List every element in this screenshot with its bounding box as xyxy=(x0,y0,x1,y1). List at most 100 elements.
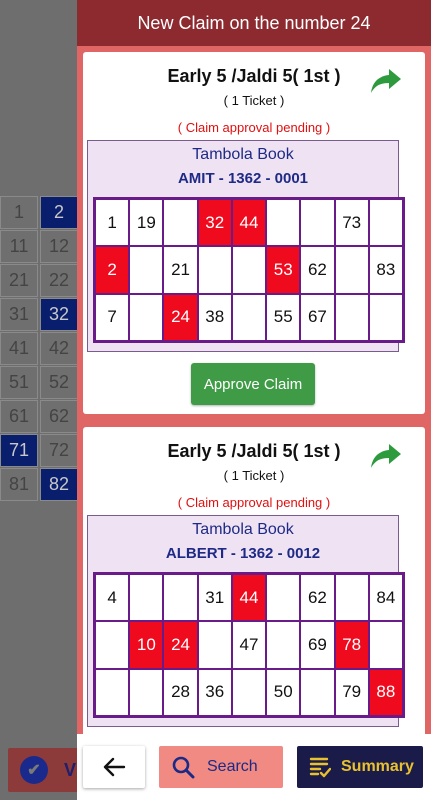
ticket-cell xyxy=(231,246,267,294)
background-board-row: 21 22 xyxy=(0,264,80,297)
ticket-cell: 28 xyxy=(163,668,198,716)
background-board-row: 11 12 xyxy=(0,230,80,263)
search-label: Search xyxy=(207,758,258,775)
ticket-cell xyxy=(95,621,130,669)
verified-badge-icon: ✔ xyxy=(20,756,48,784)
ticket-cell: 55 xyxy=(266,293,301,341)
background-board-row: 81 82 xyxy=(0,468,80,501)
ticket-cell xyxy=(368,621,403,669)
claim-sheet: New Claim on the number 24 Early 5 /Jald… xyxy=(77,0,431,800)
background-board-row: 41 42 xyxy=(0,332,80,365)
ticket-cell-marked: 10 xyxy=(129,621,164,669)
ticket-cell: 73 xyxy=(334,199,369,247)
ticket-cell xyxy=(231,668,267,716)
ticket-cell xyxy=(300,199,335,247)
ticket-owner: ALBERT - 1362 - 0012 xyxy=(165,545,321,562)
ticket-cell-marked: 24 xyxy=(163,293,198,341)
ticket-cell: 1 xyxy=(95,199,130,247)
background-board-cell: 2 xyxy=(40,196,78,229)
background-board-cell: 72 xyxy=(40,434,78,467)
sheet-header: New Claim on the number 24 xyxy=(77,0,431,46)
ticket-cell: 38 xyxy=(197,293,232,341)
ticket-cell: 62 xyxy=(300,574,335,622)
ticket-cell-marked: 2 xyxy=(95,246,130,294)
arrow-left-icon xyxy=(103,757,126,777)
search-button[interactable]: Search xyxy=(159,746,283,788)
background-number-board: 1 2 11 12 21 22 31 32 41 42 51 52 61 62 71 72 81 82 xyxy=(0,196,80,502)
background-board-row: 71 72 xyxy=(0,434,80,467)
background-board-cell: 81 xyxy=(0,468,38,501)
ticket-cell xyxy=(334,574,369,622)
search-icon xyxy=(172,756,195,779)
ticket-cell-marked: 88 xyxy=(368,668,403,716)
ticket-grid: 1 19 32 44 73 2 21 53 62 83 7 24 38 55 67 xyxy=(93,197,405,343)
share-arrow-icon[interactable] xyxy=(369,66,403,96)
ticket-cell: 21 xyxy=(163,246,198,294)
ticket-cell xyxy=(129,246,164,294)
ticket-cell xyxy=(129,293,164,341)
background-board-cell: 42 xyxy=(40,332,78,365)
ticket-cell xyxy=(197,621,232,669)
ticket-cell: 83 xyxy=(368,246,403,294)
ticket-cell: 84 xyxy=(368,574,403,622)
back-button[interactable] xyxy=(83,746,145,788)
book-title: Tambola Book xyxy=(192,521,294,538)
background-board-row: 61 62 xyxy=(0,400,80,433)
background-board-row: 12 xyxy=(0,196,80,229)
ticket-cell xyxy=(334,246,369,294)
ticket-cell xyxy=(266,574,301,622)
ticket-cell: 50 xyxy=(266,668,301,716)
ticket-cell xyxy=(300,668,335,716)
ticket-cell xyxy=(231,293,267,341)
background-board-cell: 12 xyxy=(40,230,78,263)
ticket-cell: 31 xyxy=(197,574,232,622)
verify-label: V xyxy=(64,759,77,780)
claim-status: ( Claim approval pending ) xyxy=(177,495,331,510)
ticket-cell: 7 xyxy=(95,293,130,341)
background-board-cell: 61 xyxy=(0,400,38,433)
ticket-cell-marked: 32 xyxy=(197,199,232,247)
background-board-cell: 82 xyxy=(40,468,78,501)
approve-claim-button[interactable]: Approve Claim xyxy=(191,363,315,405)
ticket-cell-marked: 44 xyxy=(231,199,267,247)
background-board-cell: 11 xyxy=(0,230,38,263)
claim-card: Early 5 /Jaldi 5( 1st ) ( 1 Ticket ) ( C… xyxy=(83,52,425,414)
ticket-cell xyxy=(368,199,403,247)
background-board-cell: 62 xyxy=(40,400,78,433)
ticket-cell: 47 xyxy=(231,621,267,669)
ticket-cell-marked: 24 xyxy=(163,621,198,669)
claims-list[interactable]: Early 5 /Jaldi 5( 1st ) ( 1 Ticket ) ( C… xyxy=(77,46,431,734)
share-arrow-icon[interactable] xyxy=(369,441,403,471)
background-board-cell: 41 xyxy=(0,332,38,365)
ticket-cell xyxy=(129,668,164,716)
ticket-cell: 79 xyxy=(334,668,369,716)
background-board-cell: 31 xyxy=(0,298,38,331)
ticket-cell: 19 xyxy=(129,199,164,247)
ticket-cell xyxy=(368,293,403,341)
background-board-cell: 32 xyxy=(40,298,78,331)
summary-label: Summary xyxy=(341,758,414,775)
ticket-cell-marked: 78 xyxy=(334,621,369,669)
ticket-cell xyxy=(95,668,130,716)
ticket-cell-marked: 44 xyxy=(231,574,267,622)
background-board-cell: 1 xyxy=(0,196,38,229)
summary-button[interactable]: Summary xyxy=(297,746,423,788)
ticket-cell: 69 xyxy=(300,621,335,669)
background-board-cell: 52 xyxy=(40,366,78,399)
ticket-grid: 4 31 44 62 84 10 24 47 69 78 28 36 50 79 88 xyxy=(93,572,405,718)
background-verify-button: ✔ V xyxy=(8,748,88,792)
background-board-cell: 21 xyxy=(0,264,38,297)
sheet-title: New Claim on the number 24 xyxy=(137,12,371,33)
ticket-cell xyxy=(266,621,301,669)
checklist-icon xyxy=(309,757,331,778)
background-board-row: 51 52 xyxy=(0,366,80,399)
claim-card: Early 5 /Jaldi 5( 1st ) ( 1 Ticket ) ( C… xyxy=(83,427,425,734)
background-board-cell: 22 xyxy=(40,264,78,297)
ticket-cell: 4 xyxy=(95,574,130,622)
ticket-cell xyxy=(266,199,301,247)
ticket-owner: AMIT - 1362 - 0001 xyxy=(177,170,309,187)
background-board-row: 31 32 xyxy=(0,298,80,331)
book-title: Tambola Book xyxy=(192,146,294,163)
ticket-cell: 36 xyxy=(197,668,232,716)
ticket-cell: 62 xyxy=(300,246,335,294)
